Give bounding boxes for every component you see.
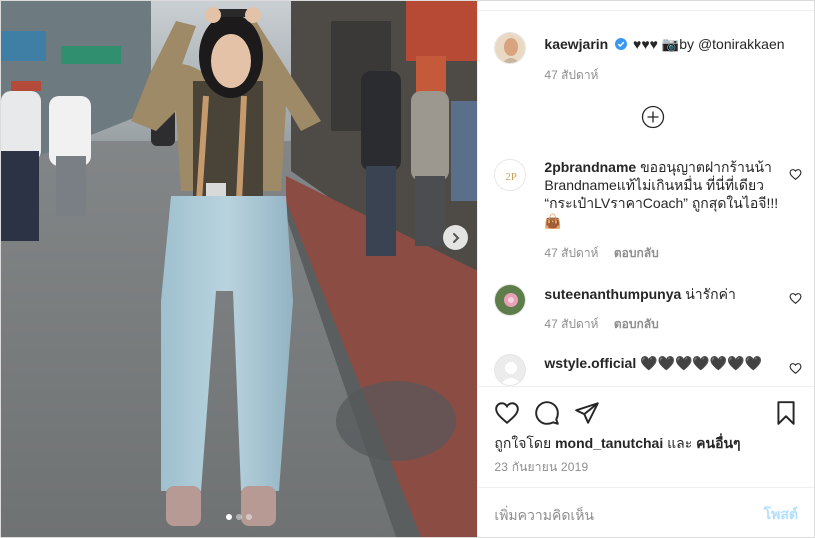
comment-avatar[interactable]: 2P bbox=[494, 159, 527, 191]
author-avatar[interactable] bbox=[494, 32, 527, 64]
comment-body: 2pbrandname ขออนุญาตฝากร้านน้า Brandname… bbox=[544, 158, 779, 230]
flower-avatar-image bbox=[495, 285, 526, 315]
carousel-dot bbox=[226, 514, 233, 520]
post-actions-section: ถูกใจโดย mond_tanutchai และ คนอื่นๆ 23 ก… bbox=[478, 386, 814, 537]
comment-username[interactable]: wstyle.official bbox=[544, 355, 636, 371]
add-comment-section: เพิ่มความคิดเห็น โพสต์ bbox=[478, 487, 814, 538]
likes-summary: ถูกใจโดย mond_tanutchai และ คนอื่นๆ bbox=[494, 433, 740, 455]
reply-button[interactable]: ตอบกลับ bbox=[614, 246, 659, 260]
comment-input[interactable]: เพิ่มความคิดเห็น bbox=[494, 505, 594, 527]
caption-timestamp[interactable]: 47 สัปดาห์ bbox=[544, 66, 598, 85]
liked-by-others[interactable]: คนอื่นๆ bbox=[696, 435, 740, 451]
post-side-panel: kaewjarin ♥♥♥ 📷by @tonirakkaen 47 สัปดาห… bbox=[477, 1, 814, 537]
comment-avatar[interactable] bbox=[494, 354, 527, 386]
carousel-dot bbox=[236, 514, 243, 520]
comment-text: 🖤🖤🖤🖤🖤🖤🖤 bbox=[640, 355, 763, 371]
plus-circle-icon bbox=[642, 105, 665, 129]
liked-by-user[interactable]: mond_tanutchai bbox=[555, 435, 663, 451]
like-heart-icon[interactable] bbox=[494, 400, 520, 426]
comment-body: wstyle.official 🖤🖤🖤🖤🖤🖤🖤 bbox=[544, 354, 779, 372]
share-paper-plane-icon[interactable] bbox=[574, 400, 600, 426]
like-comment-heart-icon[interactable] bbox=[789, 292, 802, 305]
like-comment-heart-icon[interactable] bbox=[789, 362, 802, 375]
comment-body: suteenanthumpunya น่ารักค่า bbox=[544, 285, 779, 303]
post-photo[interactable] bbox=[1, 1, 478, 537]
save-bookmark-icon[interactable] bbox=[773, 400, 799, 426]
carousel-dots bbox=[1, 514, 477, 520]
caption-text: ♥♥♥ 📷by @tonirakkaen bbox=[633, 36, 785, 52]
likes-joiner: และ bbox=[667, 435, 693, 451]
reply-button[interactable]: ตอบกลับ bbox=[614, 317, 659, 331]
caption-username[interactable]: kaewjarin bbox=[544, 36, 608, 52]
likes-prefix: ถูกใจโดย bbox=[494, 435, 552, 451]
comment-meta: 47 สัปดาห์ ตอบกลับ bbox=[544, 244, 658, 263]
svg-text:2P: 2P bbox=[506, 171, 518, 183]
street-photo-illustration bbox=[1, 1, 478, 537]
post-date[interactable]: 23 กันยายน 2019 bbox=[494, 458, 588, 477]
comment-timestamp[interactable]: 47 สัปดาห์ bbox=[544, 317, 598, 331]
comment-username[interactable]: suteenanthumpunya bbox=[544, 286, 681, 302]
carousel-dot bbox=[246, 514, 253, 520]
comment-meta: 47 สัปดาห์ ตอบกลับ bbox=[544, 315, 658, 334]
comment-timestamp[interactable]: 47 สัปดาห์ bbox=[544, 246, 598, 260]
header-divider bbox=[478, 1, 814, 11]
like-comment-heart-icon[interactable] bbox=[789, 168, 802, 181]
comment-username[interactable]: 2pbrandname bbox=[544, 159, 636, 175]
load-more-comments-button[interactable] bbox=[641, 105, 665, 129]
default-user-icon bbox=[500, 362, 523, 385]
comment-avatar[interactable] bbox=[494, 284, 527, 316]
post-comment-button[interactable]: โพสต์ bbox=[764, 504, 798, 526]
comment-bubble-icon[interactable] bbox=[534, 400, 560, 426]
carousel-next-button[interactable] bbox=[443, 225, 468, 250]
comment-text: น่ารักค่า bbox=[685, 286, 736, 302]
chevron-right-icon bbox=[452, 232, 459, 243]
instagram-post: kaewjarin ♥♥♥ 📷by @tonirakkaen 47 สัปดาห… bbox=[0, 0, 815, 538]
post-caption: kaewjarin ♥♥♥ 📷by @tonirakkaen bbox=[544, 35, 806, 53]
brand-logo-avatar: 2P bbox=[495, 160, 526, 190]
author-avatar-image bbox=[495, 33, 526, 63]
verified-badge-icon bbox=[615, 38, 628, 50]
